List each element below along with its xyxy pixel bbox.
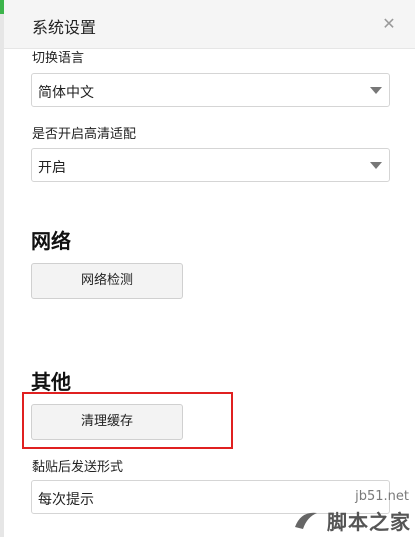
other-heading: 其他 xyxy=(31,370,71,394)
left-edge xyxy=(0,0,4,537)
language-label: 切换语言 xyxy=(32,51,85,66)
title-bar: 系统设置 ✕ xyxy=(4,0,415,49)
network-heading: 网络 xyxy=(31,229,71,253)
paste-send-label: 黏贴后发送形式 xyxy=(32,460,124,475)
highlight-annotation xyxy=(22,392,233,449)
watermark-url: jb51.net xyxy=(355,489,409,504)
language-select-value: 简体中文 xyxy=(38,85,94,101)
hd-adapt-select-value: 开启 xyxy=(38,160,66,176)
brand-logo-icon xyxy=(295,512,317,529)
hd-adapt-select[interactable]: 开启 xyxy=(31,148,390,182)
watermark: jb51.net 脚本之家 xyxy=(285,489,415,537)
hd-adapt-label: 是否开启高清适配 xyxy=(32,127,137,142)
chevron-down-icon xyxy=(370,162,382,169)
close-icon[interactable]: ✕ xyxy=(381,16,397,32)
watermark-brand: 脚本之家 xyxy=(327,510,411,534)
window-title: 系统设置 xyxy=(32,18,97,37)
language-select[interactable]: 简体中文 xyxy=(31,73,390,107)
network-check-button[interactable]: 网络检测 xyxy=(31,263,183,299)
paste-send-select-value: 每次提示 xyxy=(38,492,94,508)
chevron-down-icon xyxy=(370,87,382,94)
settings-window: 系统设置 ✕ 切换语言 简体中文 是否开启高清适配 开启 网络 网络检测 其他 … xyxy=(0,0,415,537)
